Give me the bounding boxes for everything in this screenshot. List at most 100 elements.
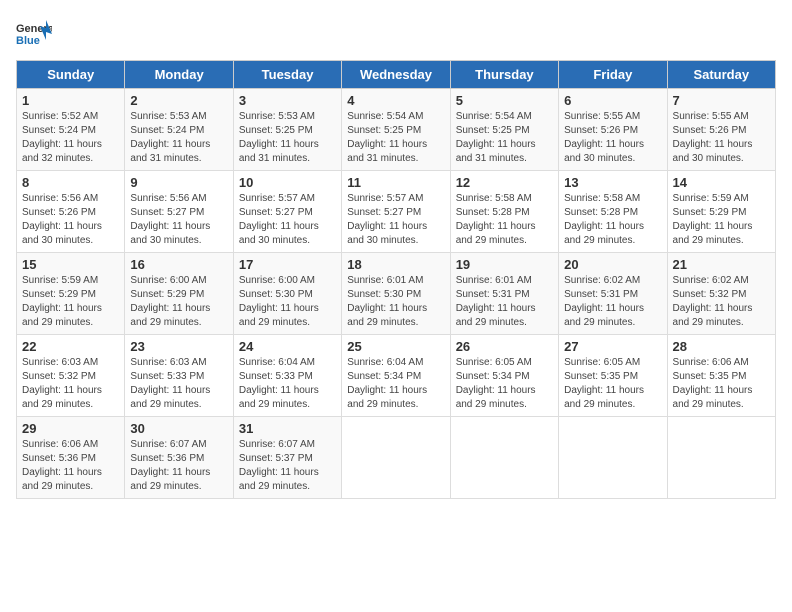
day-number: 12: [456, 175, 553, 190]
calendar-cell: 16 Sunrise: 6:00 AM Sunset: 5:29 PM Dayli…: [125, 253, 233, 335]
day-detail: Sunrise: 6:05 AM Sunset: 5:34 PM Dayligh…: [456, 356, 553, 412]
day-number: 9: [130, 175, 227, 190]
calendar-cell: 13 Sunrise: 5:58 AM Sunset: 5:28 PM Dayli…: [559, 171, 667, 253]
calendar-cell: 22Sunrise: 6:03 AM Sunset: 5:32 PM Dayli…: [17, 335, 125, 417]
day-detail: Sunrise: 6:02 AM Sunset: 5:31 PM Dayligh…: [564, 274, 661, 330]
day-number: 31: [239, 421, 336, 436]
day-number: 7: [673, 93, 770, 108]
calendar-cell: 19 Sunrise: 6:01 AM Sunset: 5:31 PM Dayli…: [450, 253, 558, 335]
day-detail: Sunrise: 6:01 AM Sunset: 5:31 PM Dayligh…: [456, 274, 553, 330]
day-detail: Sunrise: 6:07 AM Sunset: 5:37 PM Dayligh…: [239, 438, 336, 494]
calendar-cell: 20 Sunrise: 6:02 AM Sunset: 5:31 PM Dayli…: [559, 253, 667, 335]
day-header-tuesday: Tuesday: [233, 61, 341, 89]
day-number: 20: [564, 257, 661, 272]
calendar-cell: 18Sunrise: 6:01 AM Sunset: 5:30 PM Dayli…: [342, 253, 450, 335]
day-number: 10: [239, 175, 336, 190]
calendar-cell: 26Sunrise: 6:05 AM Sunset: 5:34 PM Dayli…: [450, 335, 558, 417]
calendar-cell: 21 Sunrise: 6:02 AM Sunset: 5:32 PM Dayli…: [667, 253, 775, 335]
day-number: 3: [239, 93, 336, 108]
day-number: 19: [456, 257, 553, 272]
day-detail: Sunrise: 6:00 AM Sunset: 5:29 PM Dayligh…: [130, 274, 227, 330]
day-number: 8: [22, 175, 119, 190]
calendar-cell: 5 Sunrise: 5:54 AM Sunset: 5:25 PM Daylig…: [450, 89, 558, 171]
calendar-header-row: SundayMondayTuesdayWednesdayThursdayFrid…: [17, 61, 776, 89]
day-number: 28: [673, 339, 770, 354]
day-number: 5: [456, 93, 553, 108]
calendar-cell: 23 Sunrise: 6:03 AM Sunset: 5:33 PM Dayli…: [125, 335, 233, 417]
calendar-cell: 15 Sunrise: 5:59 AM Sunset: 5:29 PM Dayli…: [17, 253, 125, 335]
day-header-friday: Friday: [559, 61, 667, 89]
calendar-cell: 3 Sunrise: 5:53 AM Sunset: 5:25 PM Daylig…: [233, 89, 341, 171]
calendar-cell: 4 Sunrise: 5:54 AM Sunset: 5:25 PM Daylig…: [342, 89, 450, 171]
calendar-week-1: 1 Sunrise: 5:52 AM Sunset: 5:24 PM Daylig…: [17, 89, 776, 171]
day-number: 29: [22, 421, 119, 436]
calendar-cell: 28Sunrise: 6:06 AM Sunset: 5:35 PM Dayli…: [667, 335, 775, 417]
calendar-cell: 30Sunrise: 6:07 AM Sunset: 5:36 PM Dayli…: [125, 417, 233, 499]
calendar-table: SundayMondayTuesdayWednesdayThursdayFrid…: [16, 60, 776, 499]
day-detail: Sunrise: 5:58 AM Sunset: 5:28 PM Dayligh…: [456, 192, 553, 248]
day-number: 23: [130, 339, 227, 354]
calendar-cell: 31 Sunrise: 6:07 AM Sunset: 5:37 PM Dayli…: [233, 417, 341, 499]
day-number: 24: [239, 339, 336, 354]
calendar-cell: 2Sunrise: 5:53 AM Sunset: 5:24 PM Daylig…: [125, 89, 233, 171]
calendar-cell: 10 Sunrise: 5:57 AM Sunset: 5:27 PM Dayli…: [233, 171, 341, 253]
day-detail: Sunrise: 5:55 AM Sunset: 5:26 PM Dayligh…: [564, 110, 661, 166]
calendar-cell: [342, 417, 450, 499]
day-detail: Sunrise: 6:04 AM Sunset: 5:34 PM Dayligh…: [347, 356, 444, 412]
day-detail: Sunrise: 6:07 AM Sunset: 5:36 PM Dayligh…: [130, 438, 227, 494]
day-detail: Sunrise: 6:03 AM Sunset: 5:32 PM Dayligh…: [22, 356, 119, 412]
day-number: 1: [22, 93, 119, 108]
day-number: 6: [564, 93, 661, 108]
calendar-cell: 17Sunrise: 6:00 AM Sunset: 5:30 PM Dayli…: [233, 253, 341, 335]
day-detail: Sunrise: 5:53 AM Sunset: 5:25 PM Dayligh…: [239, 110, 336, 166]
calendar-cell: 1 Sunrise: 5:52 AM Sunset: 5:24 PM Daylig…: [17, 89, 125, 171]
day-number: 4: [347, 93, 444, 108]
day-header-saturday: Saturday: [667, 61, 775, 89]
calendar-cell: 9 Sunrise: 5:56 AM Sunset: 5:27 PM Daylig…: [125, 171, 233, 253]
calendar-cell: [450, 417, 558, 499]
day-detail: Sunrise: 5:59 AM Sunset: 5:29 PM Dayligh…: [22, 274, 119, 330]
day-header-wednesday: Wednesday: [342, 61, 450, 89]
day-number: 27: [564, 339, 661, 354]
day-detail: Sunrise: 5:56 AM Sunset: 5:26 PM Dayligh…: [22, 192, 119, 248]
day-detail: Sunrise: 5:55 AM Sunset: 5:26 PM Dayligh…: [673, 110, 770, 166]
calendar-cell: 12 Sunrise: 5:58 AM Sunset: 5:28 PM Dayli…: [450, 171, 558, 253]
calendar-cell: [559, 417, 667, 499]
day-detail: Sunrise: 5:54 AM Sunset: 5:25 PM Dayligh…: [456, 110, 553, 166]
logo-icon: General Blue: [16, 16, 52, 52]
calendar-week-3: 15 Sunrise: 5:59 AM Sunset: 5:29 PM Dayli…: [17, 253, 776, 335]
day-detail: Sunrise: 5:58 AM Sunset: 5:28 PM Dayligh…: [564, 192, 661, 248]
calendar-cell: 8 Sunrise: 5:56 AM Sunset: 5:26 PM Daylig…: [17, 171, 125, 253]
day-header-sunday: Sunday: [17, 61, 125, 89]
day-number: 25: [347, 339, 444, 354]
calendar-cell: 27Sunrise: 6:05 AM Sunset: 5:35 PM Dayli…: [559, 335, 667, 417]
calendar-cell: 29 Sunrise: 6:06 AM Sunset: 5:36 PM Dayli…: [17, 417, 125, 499]
day-number: 13: [564, 175, 661, 190]
calendar-week-5: 29 Sunrise: 6:06 AM Sunset: 5:36 PM Dayli…: [17, 417, 776, 499]
day-detail: Sunrise: 5:57 AM Sunset: 5:27 PM Dayligh…: [347, 192, 444, 248]
day-detail: Sunrise: 5:57 AM Sunset: 5:27 PM Dayligh…: [239, 192, 336, 248]
day-detail: Sunrise: 6:02 AM Sunset: 5:32 PM Dayligh…: [673, 274, 770, 330]
svg-text:Blue: Blue: [16, 35, 40, 47]
day-detail: Sunrise: 5:59 AM Sunset: 5:29 PM Dayligh…: [673, 192, 770, 248]
day-number: 16: [130, 257, 227, 272]
day-detail: Sunrise: 6:06 AM Sunset: 5:36 PM Dayligh…: [22, 438, 119, 494]
calendar-cell: 11Sunrise: 5:57 AM Sunset: 5:27 PM Dayli…: [342, 171, 450, 253]
day-detail: Sunrise: 6:03 AM Sunset: 5:33 PM Dayligh…: [130, 356, 227, 412]
calendar-cell: [667, 417, 775, 499]
day-detail: Sunrise: 6:00 AM Sunset: 5:30 PM Dayligh…: [239, 274, 336, 330]
day-number: 15: [22, 257, 119, 272]
day-detail: Sunrise: 6:01 AM Sunset: 5:30 PM Dayligh…: [347, 274, 444, 330]
day-number: 2: [130, 93, 227, 108]
calendar-cell: 24Sunrise: 6:04 AM Sunset: 5:33 PM Dayli…: [233, 335, 341, 417]
day-detail: Sunrise: 5:54 AM Sunset: 5:25 PM Dayligh…: [347, 110, 444, 166]
page-header: General Blue: [16, 16, 776, 52]
calendar-cell: 7 Sunrise: 5:55 AM Sunset: 5:26 PM Daylig…: [667, 89, 775, 171]
calendar-cell: 6 Sunrise: 5:55 AM Sunset: 5:26 PM Daylig…: [559, 89, 667, 171]
day-detail: Sunrise: 5:52 AM Sunset: 5:24 PM Dayligh…: [22, 110, 119, 166]
day-number: 21: [673, 257, 770, 272]
calendar-week-4: 22Sunrise: 6:03 AM Sunset: 5:32 PM Dayli…: [17, 335, 776, 417]
calendar-cell: 14Sunrise: 5:59 AM Sunset: 5:29 PM Dayli…: [667, 171, 775, 253]
day-detail: Sunrise: 5:56 AM Sunset: 5:27 PM Dayligh…: [130, 192, 227, 248]
day-header-monday: Monday: [125, 61, 233, 89]
